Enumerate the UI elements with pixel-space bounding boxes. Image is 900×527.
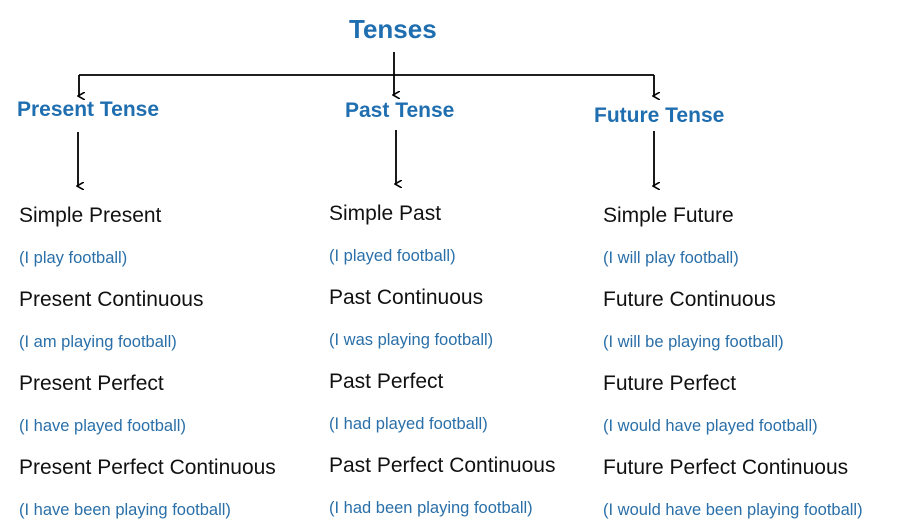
tense-example: (I play football)	[19, 249, 128, 267]
tense-name: Present Perfect Continuous	[19, 456, 276, 479]
tense-example: (I had played football)	[329, 415, 488, 433]
tense-name: Simple Past	[329, 202, 442, 225]
tense-name: Future Continuous	[603, 288, 776, 311]
tense-name: Future Perfect	[603, 372, 737, 395]
tense-name: Past Perfect	[329, 370, 444, 393]
tense-example: (I will play football)	[603, 249, 739, 267]
tense-example: (I have been playing football)	[19, 501, 231, 519]
branch-present-label: Present Tense	[17, 98, 160, 121]
diagram-title: Tenses	[349, 14, 437, 44]
tense-example: (I would have been playing football)	[603, 501, 863, 519]
tense-example: (I was playing football)	[329, 331, 494, 349]
tense-name: Past Perfect Continuous	[329, 454, 556, 477]
tense-example: (I had been playing football)	[329, 499, 533, 517]
tense-example: (I would have played football)	[603, 417, 818, 435]
tense-name: Simple Future	[603, 204, 734, 227]
tense-example: (I will be playing football)	[603, 333, 784, 351]
branch-future-label: Future Tense	[594, 104, 725, 127]
tense-example: (I have played football)	[19, 417, 186, 435]
tense-example: (I am playing football)	[19, 333, 177, 351]
branch-past-label: Past Tense	[345, 99, 455, 122]
tense-name: Future Perfect Continuous	[603, 456, 849, 479]
tense-name: Past Continuous	[329, 286, 484, 309]
tense-name: Simple Present	[19, 204, 162, 227]
tense-name: Present Perfect	[19, 372, 164, 395]
tense-example: (I played football)	[329, 247, 456, 265]
tense-name: Present Continuous	[19, 288, 204, 311]
